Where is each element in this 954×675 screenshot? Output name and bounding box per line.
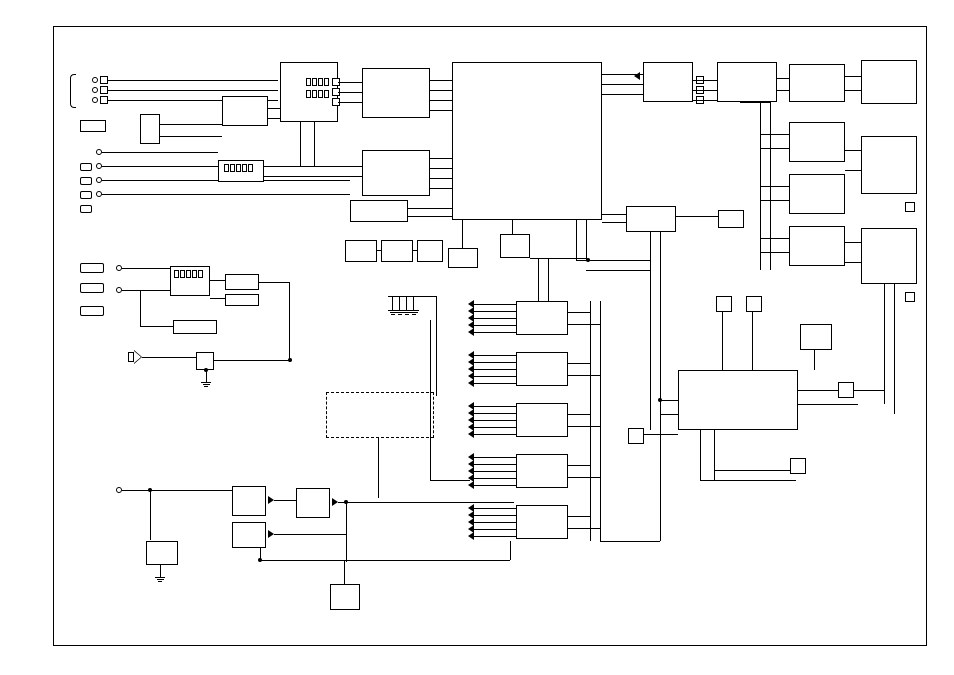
port-in-top-1 — [92, 77, 98, 83]
block-stack-3 — [516, 403, 568, 437]
display-icon-3 — [224, 164, 253, 172]
block-left-label — [80, 120, 106, 132]
panel-pill-2 — [80, 283, 104, 293]
block-r-b1 — [861, 136, 917, 194]
jack-icon-top-3 — [100, 96, 108, 104]
block-ms3 — [417, 240, 443, 262]
block-optional-area — [326, 392, 434, 438]
gnd-icon-4 — [409, 310, 419, 315]
block-r-top3 — [861, 60, 917, 104]
block-ms1 — [345, 240, 377, 262]
port-housing-mid-4 — [80, 205, 92, 213]
schematic-stage — [0, 0, 954, 675]
block-bl-d — [146, 541, 178, 565]
block-r-smA — [800, 324, 832, 350]
panel-pill-3 — [80, 306, 104, 316]
block-r-midsm — [718, 210, 744, 228]
block-ml-2 — [225, 274, 259, 290]
amp-icon-top右 — [634, 72, 640, 80]
block-r-top1b — [717, 62, 777, 102]
block-connector-1 — [140, 114, 160, 144]
block-r-smC — [716, 296, 732, 312]
block-top-mid1 — [362, 68, 430, 118]
block-stack-4 — [516, 454, 568, 488]
port-housing-mid-3 — [80, 191, 92, 199]
block-bl-b — [232, 522, 266, 548]
block-r-main — [678, 370, 798, 430]
port-in-top-3 — [92, 97, 98, 103]
block-stack-1 — [516, 301, 568, 335]
io-brace-top — [70, 74, 76, 108]
block-r-a3 — [789, 226, 845, 266]
block-r-mid — [626, 206, 676, 232]
display-icon-1 — [306, 78, 329, 86]
display-icon-2 — [306, 90, 329, 98]
block-r-top2 — [789, 64, 845, 102]
block-r-smF — [628, 428, 644, 444]
icon-sq-b2 — [905, 292, 915, 302]
block-ml-3 — [225, 294, 259, 306]
block-r-a2 — [789, 174, 845, 214]
block-bl-a — [232, 486, 266, 516]
block-top-left — [222, 96, 268, 126]
block-r-smB — [838, 382, 854, 398]
display-icon-4 — [174, 270, 203, 278]
port-housing-mid-1 — [80, 163, 92, 171]
block-stack-2 — [516, 352, 568, 386]
block-r-smD — [746, 296, 762, 312]
block-r-b2 — [861, 228, 917, 284]
port-in-top-2 — [92, 87, 98, 93]
port-housing-mid-2 — [80, 177, 92, 185]
gnd-icon-pwr — [155, 577, 165, 582]
block-r-top1 — [643, 62, 693, 102]
jack-icon-top-1 — [100, 76, 108, 84]
block-ml-4 — [173, 320, 217, 334]
block-stack-5 — [516, 505, 568, 539]
block-bl-c — [296, 488, 330, 518]
panel-pill-1 — [80, 263, 104, 273]
block-top-mid2 — [362, 150, 430, 196]
block-r-a1 — [789, 122, 845, 162]
block-ms2 — [381, 240, 413, 262]
gnd-icon-spk — [201, 382, 211, 387]
jack-icon-top-2 — [100, 86, 108, 94]
block-mid-low1 — [350, 200, 408, 222]
block-main-processor — [452, 62, 602, 220]
block-r-smE — [790, 458, 806, 474]
block-ms4 — [448, 248, 478, 268]
block-bl-e — [330, 584, 360, 610]
icon-sq-b1 — [905, 202, 915, 212]
block-ms5 — [500, 234, 530, 258]
